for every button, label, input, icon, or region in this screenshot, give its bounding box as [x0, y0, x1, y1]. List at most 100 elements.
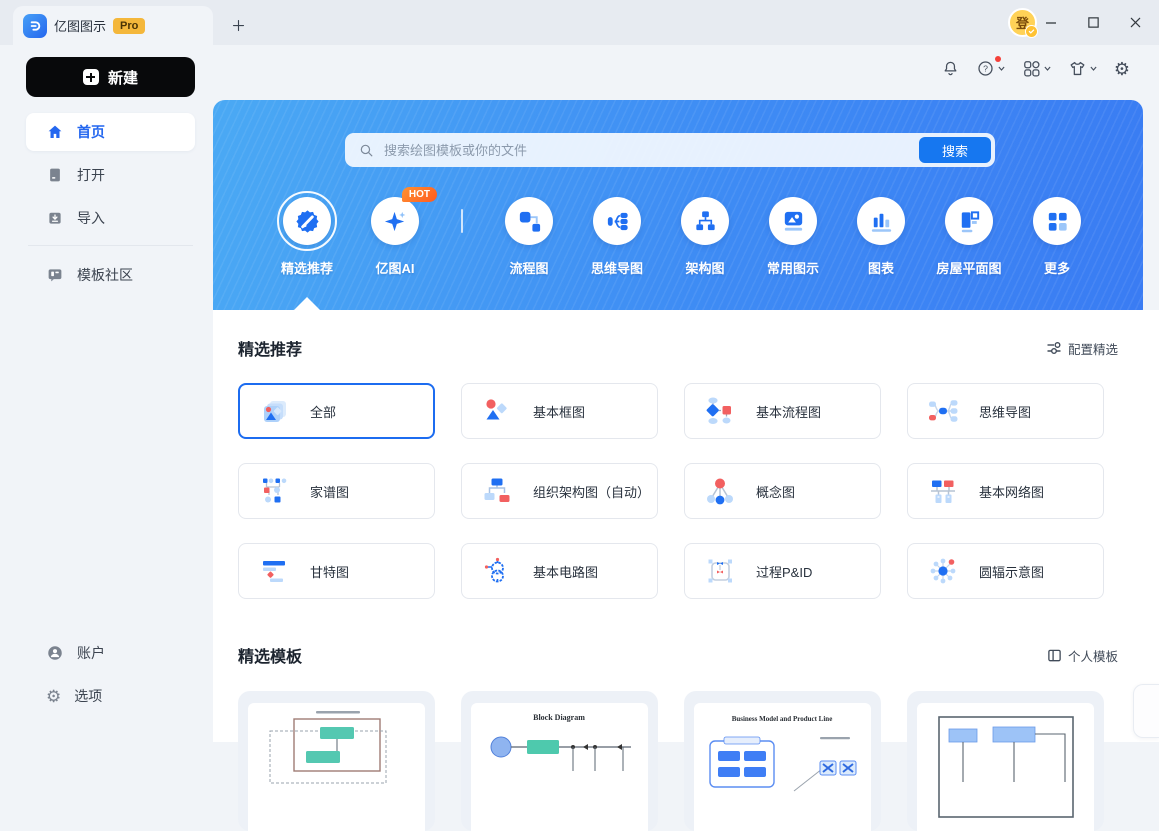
category-label: 精选推荐 [280, 261, 333, 276]
card-radial-diagram[interactable]: 圆辐示意图 [907, 543, 1104, 599]
user-avatar[interactable]: 登 [1008, 8, 1038, 38]
edge-peek-card[interactable] [1133, 684, 1159, 738]
card-basic-circuit[interactable]: 基本电路图 [461, 543, 658, 599]
card-family-tree[interactable]: 家谱图 [238, 463, 435, 519]
main-content: 精选推荐 配置精选 全部 基本框图 基本流程图 思维导图 家谱图 组织架构图（自… [213, 310, 1159, 831]
sidebar-item-template-community[interactable]: 模板社区 [26, 256, 195, 294]
search-icon [360, 144, 373, 156]
sidebar-item-import[interactable]: 导入 [26, 199, 195, 237]
maximize-button[interactable] [1079, 9, 1107, 37]
minimize-button[interactable] [1037, 9, 1065, 37]
personal-templates-link[interactable]: 个人模板 [1047, 646, 1118, 665]
sidebar-item-home[interactable]: 首页 [26, 113, 195, 151]
card-process-pid[interactable]: 过程P&ID [684, 543, 881, 599]
category-architecture[interactable]: 架构图 [661, 197, 749, 277]
template-card[interactable]: Business Model and Product Line [684, 691, 881, 831]
basic-network-icon [927, 475, 959, 507]
tshirt-icon [1070, 61, 1085, 76]
svg-text:Block Diagram: Block Diagram [533, 713, 585, 722]
close-button[interactable] [1121, 9, 1149, 37]
settings-button[interactable]: ⚙ [1111, 57, 1133, 81]
card-basic-network[interactable]: 基本网络图 [907, 463, 1104, 519]
org-chart-auto-icon [481, 475, 513, 507]
category-flowchart[interactable]: 流程图 [485, 197, 573, 277]
flowchart-icon [505, 197, 553, 245]
radial-diagram-icon [927, 555, 959, 587]
theme-menu-button[interactable] [1065, 56, 1101, 81]
search-input[interactable] [384, 142, 919, 158]
category-charts[interactable]: 图表 [837, 197, 925, 277]
template-card[interactable]: Block Diagram [461, 691, 658, 831]
hero-banner: 搜索 精选推荐 HOT 亿图AI 流程图 思维导图 [213, 100, 1143, 310]
selected-category-pointer [294, 297, 320, 310]
document-icon [50, 168, 60, 182]
card-label: 组织架构图（自动） [533, 484, 651, 500]
category-mindmap[interactable]: 思维导图 [573, 197, 661, 277]
new-tab-button[interactable] [226, 13, 250, 37]
basic-flowchart-icon [704, 395, 736, 427]
sidebar-item-label: 账户 [77, 645, 105, 661]
featured-section-title: 精选推荐 [238, 342, 303, 359]
category-common-diagrams[interactable]: 常用图示 [749, 197, 837, 277]
maximize-icon [1087, 17, 1099, 28]
chevron-down-icon [1090, 66, 1097, 71]
tune-icon [1047, 342, 1061, 354]
help-menu-button[interactable]: ? [973, 56, 1009, 81]
floor-plan-icon [945, 197, 993, 245]
template-thumbnail: Block Diagram [471, 703, 648, 831]
all-templates-icon [258, 395, 290, 427]
card-concept-map[interactable]: 概念图 [684, 463, 881, 519]
app-title: 亿图图示 [54, 19, 107, 34]
card-all[interactable]: 全部 [238, 383, 435, 439]
app-tab[interactable]: 亿图图示 Pro [13, 6, 213, 45]
plus-icon [82, 69, 99, 85]
configure-featured-link[interactable]: 配置精选 [1046, 339, 1118, 358]
sidebar-item-options[interactable]: ⚙ 选项 [26, 677, 195, 715]
home-icon [48, 125, 62, 138]
category-featured[interactable]: 精选推荐 [263, 191, 351, 277]
category-divider [461, 209, 463, 233]
template-card[interactable] [238, 691, 435, 831]
category-label: 亿图AI [375, 261, 415, 276]
apps-menu-button[interactable] [1019, 56, 1055, 81]
orgchart-icon [681, 197, 729, 245]
search-bar: 搜索 [345, 133, 995, 167]
card-label: 圆辐示意图 [979, 564, 1045, 580]
card-gantt-chart[interactable]: 甘特图 [238, 543, 435, 599]
chevron-down-icon [998, 66, 1005, 71]
basic-block-diagram-icon [481, 395, 513, 427]
category-more[interactable]: 更多 [1013, 197, 1101, 277]
card-label: 家谱图 [310, 484, 350, 500]
action-label: 配置精选 [1067, 342, 1118, 357]
sidebar: 新建 首页 打开 导入 模板社区 账户 ⚙ 选项 [0, 45, 213, 742]
search-button[interactable]: 搜索 [919, 137, 991, 163]
card-basic-block-diagram[interactable]: 基本框图 [461, 383, 658, 439]
featured-grid: 全部 基本框图 基本流程图 思维导图 家谱图 组织架构图（自动） 概念图 基本网… [238, 383, 1159, 599]
category-floor-plan[interactable]: 房屋平面图 [925, 197, 1013, 277]
sidebar-item-account[interactable]: 账户 [26, 634, 195, 672]
card-org-chart-auto[interactable]: 组织架构图（自动） [461, 463, 658, 519]
options-gear-icon: ⚙ [46, 686, 62, 706]
import-icon [49, 212, 61, 224]
picture-icon [769, 197, 817, 245]
template-card[interactable] [907, 691, 1104, 831]
bell-icon [944, 61, 957, 76]
sidebar-item-open[interactable]: 打开 [26, 156, 195, 194]
bar-chart-icon [857, 197, 905, 245]
new-document-button[interactable]: 新建 [26, 57, 195, 97]
featured-badge-icon [277, 191, 337, 251]
card-label: 基本框图 [533, 404, 586, 420]
card-mindmap[interactable]: 思维导图 [907, 383, 1104, 439]
card-label: 概念图 [756, 484, 796, 500]
minimize-icon [1046, 21, 1056, 24]
card-basic-flowchart[interactable]: 基本流程图 [684, 383, 881, 439]
sidebar-item-label: 首页 [77, 124, 105, 140]
template-thumbnail [917, 703, 1094, 831]
action-label: 个人模板 [1067, 649, 1118, 664]
mindmap-card-icon [927, 395, 959, 427]
pro-badge: Pro [113, 17, 146, 34]
category-edraw-ai[interactable]: HOT 亿图AI [351, 187, 439, 277]
notifications-button[interactable] [938, 56, 963, 81]
template-thumbnail: Business Model and Product Line [694, 703, 871, 831]
card-label: 基本电路图 [533, 564, 599, 580]
